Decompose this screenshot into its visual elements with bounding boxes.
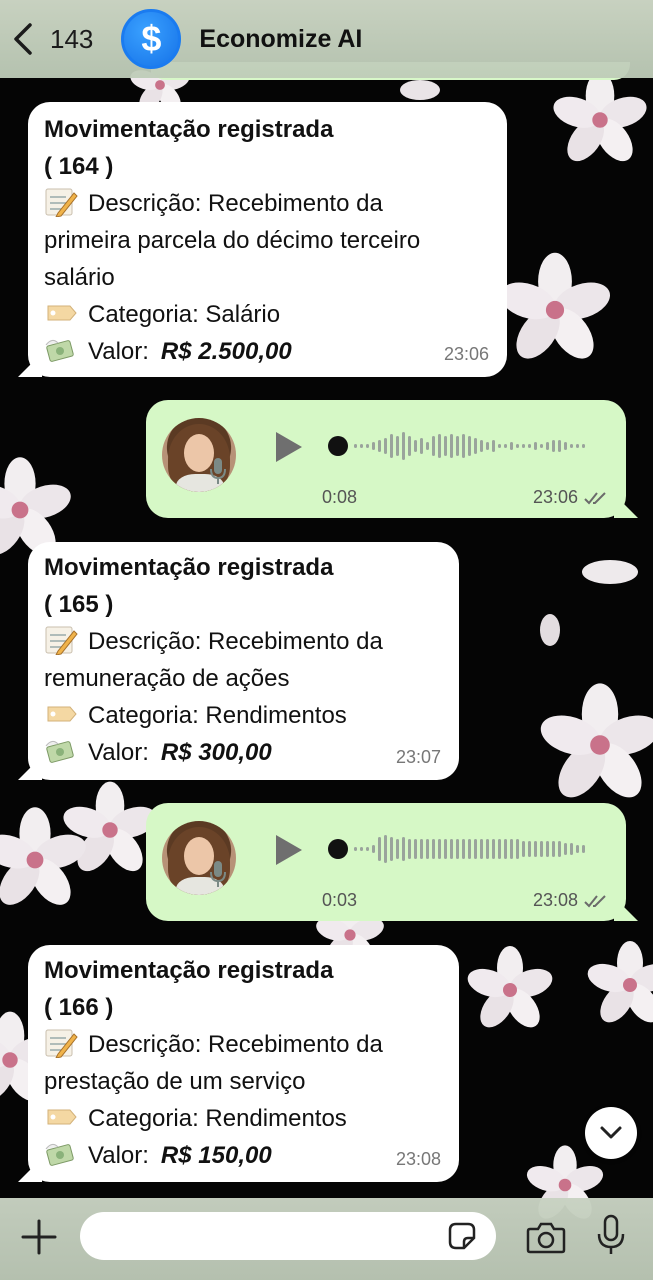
double-check-icon [584,491,606,504]
message-input[interactable] [80,1212,496,1260]
money-wings-emoji-icon [45,1143,74,1166]
money-wings-emoji-icon [45,339,74,362]
scroll-to-bottom-button[interactable] [585,1107,637,1159]
value-label: Valor: [88,1142,149,1169]
description-line: prestação de um serviço [44,1068,306,1095]
message-time: 23:06 [443,344,489,364]
plus-icon[interactable] [20,1218,58,1256]
category-line: Categoria: Rendimentos [88,1105,347,1132]
transaction-id: ( 165 ) [44,591,114,618]
description-line: Descrição: Recebimento da [88,628,383,655]
message-time: 23:08 [395,1149,441,1169]
memo-emoji-icon [45,1029,78,1058]
transaction-id: ( 166 ) [44,994,114,1021]
play-icon[interactable] [274,430,304,464]
chat-title[interactable]: Economize AI [199,25,362,54]
memo-emoji-icon [45,188,78,217]
message-title: Movimentação registrada [44,554,334,581]
value-amount: R$ 300,00 [160,739,272,766]
message-bubble-incoming[interactable]: Movimentação registrada ( 166 ) Descriçã… [28,945,459,1182]
chevron-left-icon [14,23,32,55]
sticker-icon[interactable] [446,1220,478,1252]
money-wings-emoji-icon [45,740,74,763]
audio-waveform[interactable] [326,426,598,466]
label-tag-emoji-icon [47,1109,77,1125]
chat-header: 143 $ Economize AI [0,0,653,78]
double-check-icon [584,894,606,907]
contact-avatar[interactable]: $ [121,9,182,69]
transaction-id: ( 164 ) [44,153,114,180]
value-amount: R$ 150,00 [160,1142,272,1169]
value-amount: R$ 2.500,00 [160,338,292,365]
value-label: Valor: [88,739,149,766]
message-time: 23:08 [532,890,578,910]
voice-message-bubble[interactable]: 0:08 23:06 [146,400,626,518]
microphone-icon [210,458,226,484]
composer-bar [0,1198,653,1280]
description-line: remuneração de ações [44,665,290,692]
voice-duration: 0:03 [322,890,358,910]
dollar-icon: $ [141,18,162,59]
label-tag-emoji-icon [47,305,77,321]
audio-waveform[interactable] [326,829,598,869]
description-line: salário [44,264,115,291]
message-title: Movimentação registrada [44,957,334,984]
description-line: primeira parcela do décimo terceiro [44,227,421,254]
message-title: Movimentação registrada [44,116,334,143]
back-button[interactable]: 143 [10,9,93,69]
unread-count: 143 [50,23,94,54]
voice-message-bubble[interactable]: 0:03 23:08 [146,803,626,921]
memo-emoji-icon [45,626,78,655]
message-time: 23:07 [395,747,441,767]
message-time: 23:06 [532,487,578,507]
chevron-down-icon [600,1126,622,1139]
category-line: Categoria: Salário [88,301,281,328]
voice-duration: 0:08 [322,487,358,507]
label-tag-emoji-icon [47,706,77,722]
microphone-icon [210,861,226,887]
category-line: Categoria: Rendimentos [88,702,347,729]
description-line: Descrição: Recebimento da [88,190,383,217]
microphone-icon[interactable] [596,1214,626,1256]
message-bubble-incoming[interactable]: Movimentação registrada ( 165 ) Descriçã… [28,542,459,780]
description-line: Descrição: Recebimento da [88,1031,383,1058]
message-bubble-incoming[interactable]: Movimentação registrada ( 164 ) Descriçã… [28,102,507,377]
camera-icon[interactable] [526,1220,566,1254]
play-icon[interactable] [274,833,304,867]
value-label: Valor: [88,338,149,365]
